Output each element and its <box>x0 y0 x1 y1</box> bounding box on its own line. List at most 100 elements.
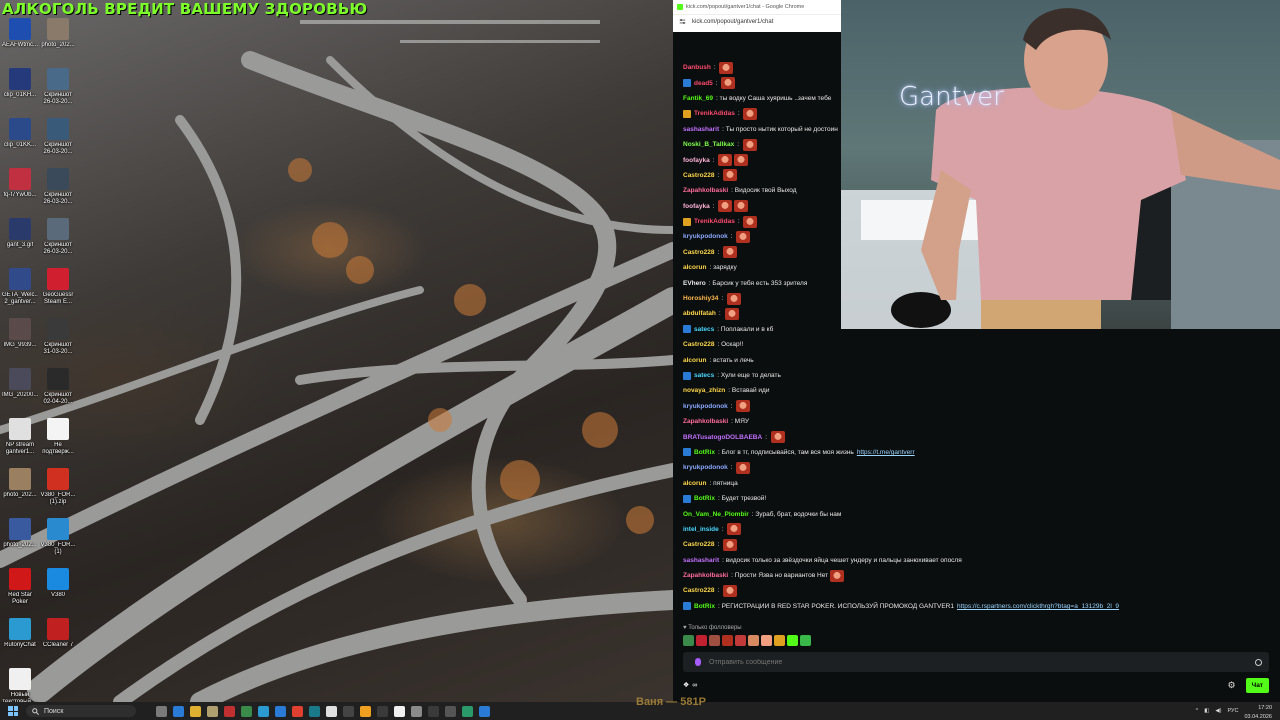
chat-username[interactable]: Zapahkolbaski <box>683 572 728 579</box>
desktop-icon[interactable]: Red Star Poker <box>2 568 38 606</box>
app-icon[interactable] <box>326 705 337 717</box>
desktop-icon[interactable]: IMG_20200... <box>2 368 38 399</box>
desktop-icon[interactable]: Не подтверж... <box>40 418 76 456</box>
chat-username[interactable]: sashasharit <box>683 126 719 133</box>
chat-username[interactable]: Castro228 <box>683 249 714 256</box>
chat-username[interactable]: BotRix <box>694 495 715 502</box>
desktop-icon[interactable]: Скриншот 26-03-20... <box>40 118 76 156</box>
emote-quick[interactable] <box>748 635 759 646</box>
desktop-icon[interactable]: gant_3.gif <box>2 218 38 249</box>
chat-settings-gear-icon[interactable]: ⚙ <box>1228 680 1236 691</box>
desktop-icon[interactable]: photo_202... <box>40 18 76 49</box>
task-view-icon[interactable] <box>156 705 167 717</box>
desktop-icon[interactable]: GeoGuessr Steam E... <box>40 268 76 306</box>
taskbar-clock[interactable]: 17:20 03.04.2026 <box>1244 702 1272 720</box>
tray-chevron-icon[interactable]: ^ <box>1196 708 1199 714</box>
popup-address-bar[interactable]: kick.com/popout/gantver1/chat <box>673 14 841 28</box>
desktop-icon[interactable]: V380 <box>40 568 76 599</box>
chat-message-input[interactable] <box>709 658 1229 666</box>
chat-message[interactable]: kryukpodonok: <box>673 460 1280 475</box>
app-icon[interactable] <box>411 705 422 717</box>
chat-username[interactable]: On_Vam_Ne_Plombir <box>683 511 749 518</box>
chat-username[interactable]: alcorun <box>683 264 706 271</box>
desktop-icon[interactable]: Новый текстовый ... <box>2 668 38 702</box>
app-icon[interactable] <box>207 705 218 717</box>
chat-message[interactable]: BotRix: Будет трезвой! <box>673 491 1280 506</box>
chat-message[interactable]: sashasharit: видосик только за звёздочки… <box>673 553 1280 568</box>
chat-username[interactable]: alcorun <box>683 357 706 364</box>
desktop-icon[interactable]: Скриншот 31-03-20... <box>40 318 76 356</box>
chat-link[interactable]: https://t.me/gantverr <box>857 449 915 456</box>
desktop-icon[interactable]: GETA_Welc... 2_gantver... <box>2 268 38 306</box>
emote-quick[interactable] <box>735 635 746 646</box>
emote-quick[interactable] <box>774 635 785 646</box>
emote-quick[interactable] <box>722 635 733 646</box>
chat-username[interactable]: abdulfatah <box>683 310 716 317</box>
chat-message[interactable]: Castro228: <box>673 583 1280 598</box>
chat-username[interactable]: kryukpodonok <box>683 464 728 471</box>
chat-username[interactable]: foofayka <box>683 203 710 210</box>
desktop-icon[interactable]: IMG_9939... <box>2 318 38 349</box>
desktop-icon[interactable]: clip_01KH... <box>2 68 38 99</box>
app-icon[interactable] <box>241 705 252 717</box>
desktop-icon[interactable]: Скриншот 26-03-20... <box>40 168 76 206</box>
chat-message[interactable]: Castro228: <box>673 537 1280 552</box>
chat-message[interactable]: kryukpodonok: <box>673 399 1280 414</box>
send-chat-button[interactable]: Чат <box>1245 677 1269 693</box>
quick-emote-bar[interactable] <box>683 635 811 646</box>
chat-message[interactable]: BRATusatogoDOLBAEBA: <box>673 429 1280 444</box>
chat-username[interactable]: Danbush <box>683 64 711 71</box>
desktop-icon[interactable]: clip_01KK... <box>2 118 38 149</box>
app-icon[interactable] <box>462 705 473 717</box>
desktop-icon[interactable]: photo_202... <box>2 518 38 549</box>
chat-username[interactable]: intel_inside <box>683 526 719 533</box>
chat-message[interactable]: novaya_zhizn: Вставай иди <box>673 383 1280 398</box>
volume-icon[interactable]: ◀) <box>1215 708 1221 714</box>
windows-start-icon[interactable] <box>8 706 18 716</box>
desktop-icon[interactable]: fq-f7YwUb... <box>2 168 38 199</box>
site-settings-icon[interactable] <box>679 18 686 25</box>
chat-username[interactable]: Castro228 <box>683 341 714 348</box>
chat-username[interactable]: Fantik_69 <box>683 95 713 102</box>
desktop-icon[interactable]: Скриншот 26-03-20... <box>40 68 76 106</box>
app-h-icon[interactable] <box>428 705 439 717</box>
desktop-icon[interactable]: V380_FOR... (1).zip <box>40 468 76 506</box>
chat-message[interactable]: satecs: Хули еще то делать <box>673 368 1280 383</box>
emoji-picker-icon[interactable] <box>1255 658 1262 666</box>
chat-username[interactable]: Horoshiy34 <box>683 295 718 302</box>
emote-quick[interactable] <box>683 635 694 646</box>
chat-message[interactable]: BotRix: РЕГИСТРАЦИИ В RED STAR POKER. ИС… <box>673 599 1280 614</box>
chat-username[interactable]: foofayka <box>683 157 710 164</box>
yandex-icon[interactable] <box>394 705 405 717</box>
app-icon[interactable] <box>258 705 269 717</box>
chat-username[interactable]: kryukpodonok <box>683 403 728 410</box>
chat-username[interactable]: alcorun <box>683 480 706 487</box>
chrome-popup-window[interactable]: kick.com/popout/gantver1/chat - Google C… <box>673 0 841 32</box>
chat-username[interactable]: Noski_B_Tallkax <box>683 141 734 148</box>
chat-username[interactable]: Zapahkolbaski <box>683 187 728 194</box>
chat-username[interactable]: BotRix <box>694 449 715 456</box>
chat-username[interactable]: BRATusatogoDOLBAEBA <box>683 434 762 441</box>
chat-username[interactable]: Castro228 <box>683 172 714 179</box>
file-explorer-icon[interactable] <box>190 705 201 717</box>
app-icon[interactable] <box>377 705 388 717</box>
network-icon[interactable]: ◧ <box>1204 708 1209 714</box>
app-icon[interactable] <box>445 705 456 717</box>
chat-username[interactable]: BotRix <box>694 603 715 610</box>
chat-username[interactable]: sashasharit <box>683 557 719 564</box>
emote-quick[interactable] <box>709 635 720 646</box>
emote-quick[interactable] <box>800 635 811 646</box>
desktop-icon[interactable]: CCleaner 7 <box>40 618 76 649</box>
emote-quick[interactable] <box>761 635 772 646</box>
desktop-icon[interactable]: NP stream gantver1... <box>2 418 38 456</box>
chat-username[interactable]: dead5 <box>694 80 713 87</box>
chat-message[interactable]: intel_inside: <box>673 522 1280 537</box>
app-icon[interactable] <box>360 705 371 717</box>
desktop-icon[interactable]: V380_FOR... (1) <box>40 518 76 556</box>
chat-message[interactable]: Zapahkolbaski: Прости Язва но вариантов … <box>673 568 1280 583</box>
emote-quick[interactable] <box>787 635 798 646</box>
app-icon[interactable] <box>479 705 490 717</box>
emote-quick[interactable] <box>696 635 707 646</box>
desktop-icon[interactable]: AEAFWtmc... <box>2 18 38 49</box>
chat-username[interactable]: Castro228 <box>683 587 714 594</box>
